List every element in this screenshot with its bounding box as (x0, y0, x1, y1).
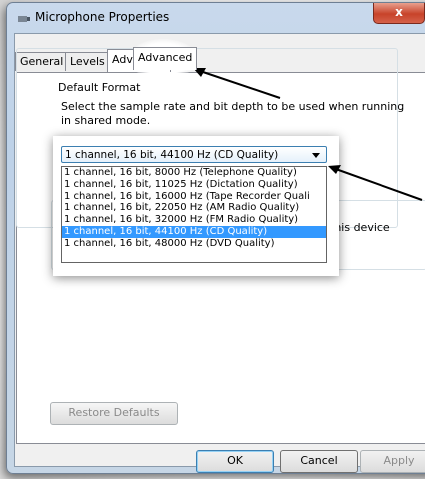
arrow-to-dropdown (328, 165, 423, 201)
arrow-to-advanced-tab (193, 68, 281, 99)
tab-advanced-callout[interactable]: Advanced (133, 47, 198, 70)
annotation-arrows (193, 68, 423, 201)
